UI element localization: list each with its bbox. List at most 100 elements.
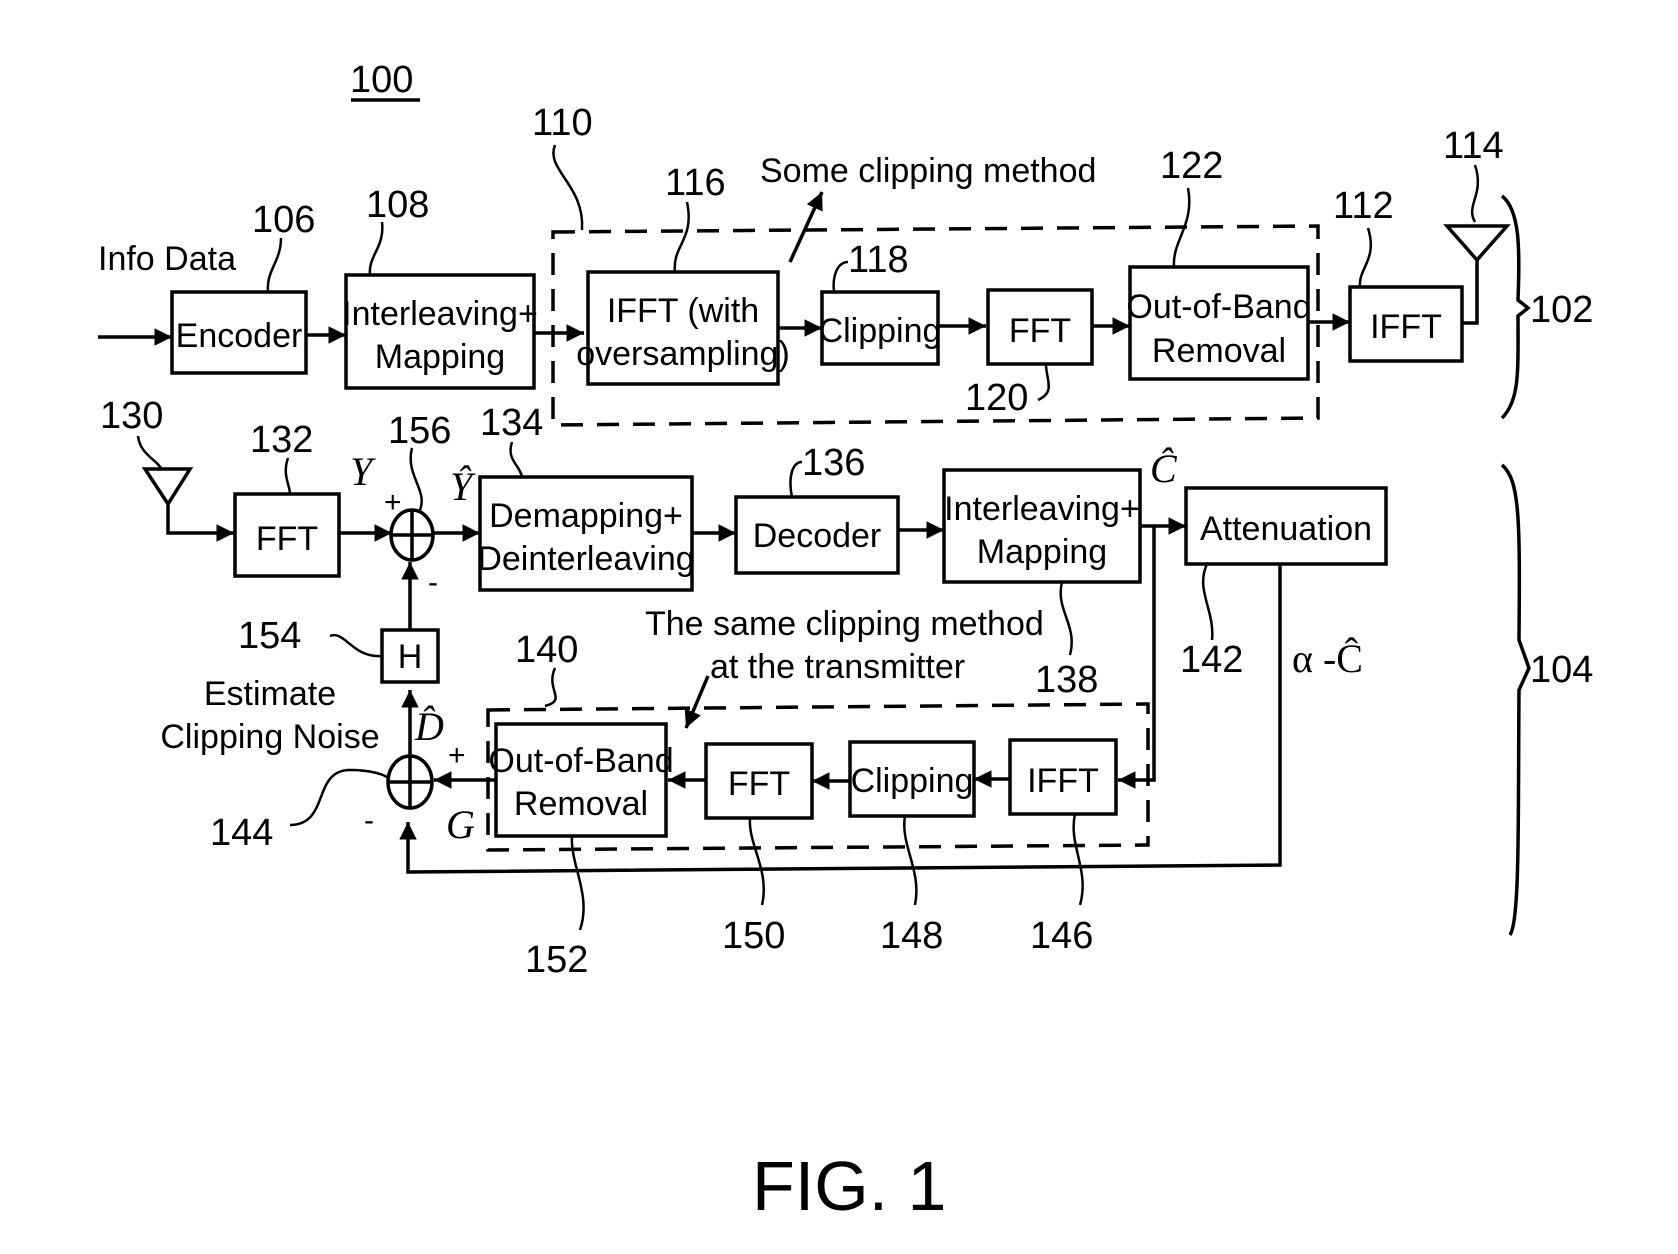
fft-rx-ref: 132: [250, 419, 313, 461]
rx-clipping-note-line2: at the transmitter: [710, 648, 965, 686]
oob-rx-line1: Out-of-Band: [488, 742, 673, 780]
encoder-leader: [266, 237, 283, 293]
summer-main-plus: +: [384, 486, 402, 519]
rx-clipping-group-leader: [544, 667, 557, 708]
decoder-leader: [789, 460, 803, 498]
signal-y: Y: [350, 449, 376, 494]
fft2-rx-leader: [748, 817, 765, 906]
ifft-block-tx: IFFT: [1348, 285, 1464, 363]
interleave-map-block-tx: Interleaving+ Mapping: [342, 273, 538, 390]
attenuation-label: Attenuation: [1200, 510, 1372, 548]
ifft-rx-label: IFFT: [1027, 762, 1099, 800]
interleave-map-block-rx: Interleaving+ Mapping: [942, 468, 1142, 584]
interleave-map-tx-ref: 108: [366, 184, 429, 226]
demap-line1: Demapping+: [489, 497, 683, 535]
summer-noise: [386, 754, 434, 810]
encoder-block: Encoder: [170, 290, 308, 375]
clipping-block-tx: Clipping: [819, 290, 942, 366]
demap-deinterleave-block: Demapping+ Deinterleaving: [477, 475, 695, 592]
ifft-oversampling-line1: IFFT (with: [607, 292, 759, 330]
decoder-block: Decoder: [734, 495, 900, 575]
ifft-oversampling-line2: oversampling): [576, 335, 790, 373]
transmitter-ref: 102: [1530, 289, 1593, 331]
rx-antenna-icon: [141, 467, 194, 508]
interleave-map-tx-line2: Mapping: [375, 338, 505, 376]
summer-noise-minus: -: [364, 804, 374, 837]
h-ref: 154: [238, 615, 301, 657]
fft-tx-label: FFT: [1009, 312, 1071, 350]
ifft-rx-ref: 146: [1030, 915, 1093, 957]
rx-antenna-leader: [136, 435, 164, 471]
attenuation-leader: [1201, 563, 1214, 641]
oob-rx-line2: Removal: [514, 785, 648, 823]
figure-ref: 100: [350, 59, 413, 101]
oob-removal-block-tx: Out-of-Band Removal: [1126, 265, 1312, 381]
clipping-block-rx: Clipping: [848, 740, 976, 818]
tx-antenna-icon: [1443, 224, 1511, 263]
signal-alpha-c: α -Ĉ: [1292, 636, 1363, 681]
encoder-label: Encoder: [176, 317, 303, 355]
rx-clipping-group-ref: 140: [515, 629, 578, 671]
summer-main-leader: [409, 447, 423, 511]
interleave-map-rx-line2: Mapping: [977, 533, 1107, 571]
demap-leader: [509, 441, 524, 478]
signal-c-hat: Ĉ: [1150, 446, 1178, 491]
ifft-oversampling-block: IFFT (with oversampling): [576, 270, 790, 386]
receiver-ref: 104: [1530, 649, 1593, 691]
fft2-rx-ref: 150: [722, 915, 785, 957]
attenuation-block: Attenuation: [1184, 486, 1388, 566]
ifft-oversampling-leader: [673, 201, 690, 273]
estimate-note-line2: Clipping Noise: [160, 718, 379, 756]
attenuation-ref: 142: [1180, 639, 1243, 681]
decoder-ref: 136: [802, 442, 865, 484]
signal-y-hat: Ŷ: [450, 464, 476, 509]
fft-tx-ref: 120: [965, 377, 1028, 419]
oob-tx-line1: Out-of-Band: [1126, 288, 1311, 326]
ifft-rx-leader: [1072, 813, 1084, 906]
signal-d-hat: D̂: [414, 704, 444, 749]
clipping-tx-ref: 118: [848, 239, 909, 281]
tx-clipping-note-arrow: [788, 191, 824, 263]
block-diagram: 100 Info Data Encoder 106 Interleaving+ …: [98, 59, 1593, 1225]
ifft-tx-ref: 112: [1333, 185, 1394, 227]
rx-clipping-note-arrow: [684, 675, 710, 729]
oob-tx-ref: 122: [1160, 145, 1223, 187]
h-label: H: [398, 638, 423, 676]
decoder-label: Decoder: [753, 517, 882, 555]
encoder-ref: 106: [252, 199, 315, 241]
tx-clipping-group-leader: [552, 144, 584, 231]
estimate-note-line1: Estimate: [204, 675, 336, 713]
oob-rx-ref: 152: [525, 939, 588, 981]
clipping-rx-ref: 148: [880, 915, 943, 957]
oob-removal-block-rx: Out-of-Band Removal: [488, 722, 674, 838]
demap-line2: Deinterleaving: [477, 540, 694, 578]
receiver-brace: [1500, 463, 1531, 936]
tx-antenna-leader: [1470, 164, 1480, 223]
interleave-map-tx-leader: [368, 221, 384, 276]
fft-block-rx: FFT: [233, 492, 341, 578]
summer-noise-plus: +: [448, 739, 466, 772]
interleave-map-tx-line1: Interleaving+: [342, 295, 538, 333]
clipping-tx-label: Clipping: [819, 312, 942, 350]
interleave-map-rx-ref: 138: [1035, 659, 1098, 701]
ifft-tx-leader: [1358, 227, 1373, 288]
figure-caption: FIG. 1: [752, 1147, 946, 1225]
interleave-map-rx-leader: [1059, 581, 1073, 656]
interleave-map-rx-line1: Interleaving+: [944, 490, 1140, 528]
fft2-block-rx: FFT: [704, 742, 814, 820]
signal-g: G: [446, 802, 475, 847]
clipping-rx-leader: [903, 815, 918, 906]
info-data-label: Info Data: [98, 240, 236, 278]
fft-block-tx: FFT: [986, 288, 1094, 366]
tx-clipping-group-ref: 110: [532, 102, 593, 144]
summer-noise-ref: 144: [210, 812, 273, 854]
tx-clipping-note: Some clipping method: [760, 152, 1096, 190]
tx-antenna-ref: 114: [1443, 125, 1504, 167]
fft-rx-leader: [284, 457, 292, 495]
fft2-rx-label: FFT: [728, 765, 790, 803]
summer-main-minus: -: [428, 566, 438, 599]
fft-rx-label: FFT: [256, 520, 318, 558]
rx-antenna-ref: 130: [100, 395, 163, 437]
tx-antenna-feed: [1462, 258, 1479, 325]
fft-tx-leader: [1037, 363, 1050, 402]
